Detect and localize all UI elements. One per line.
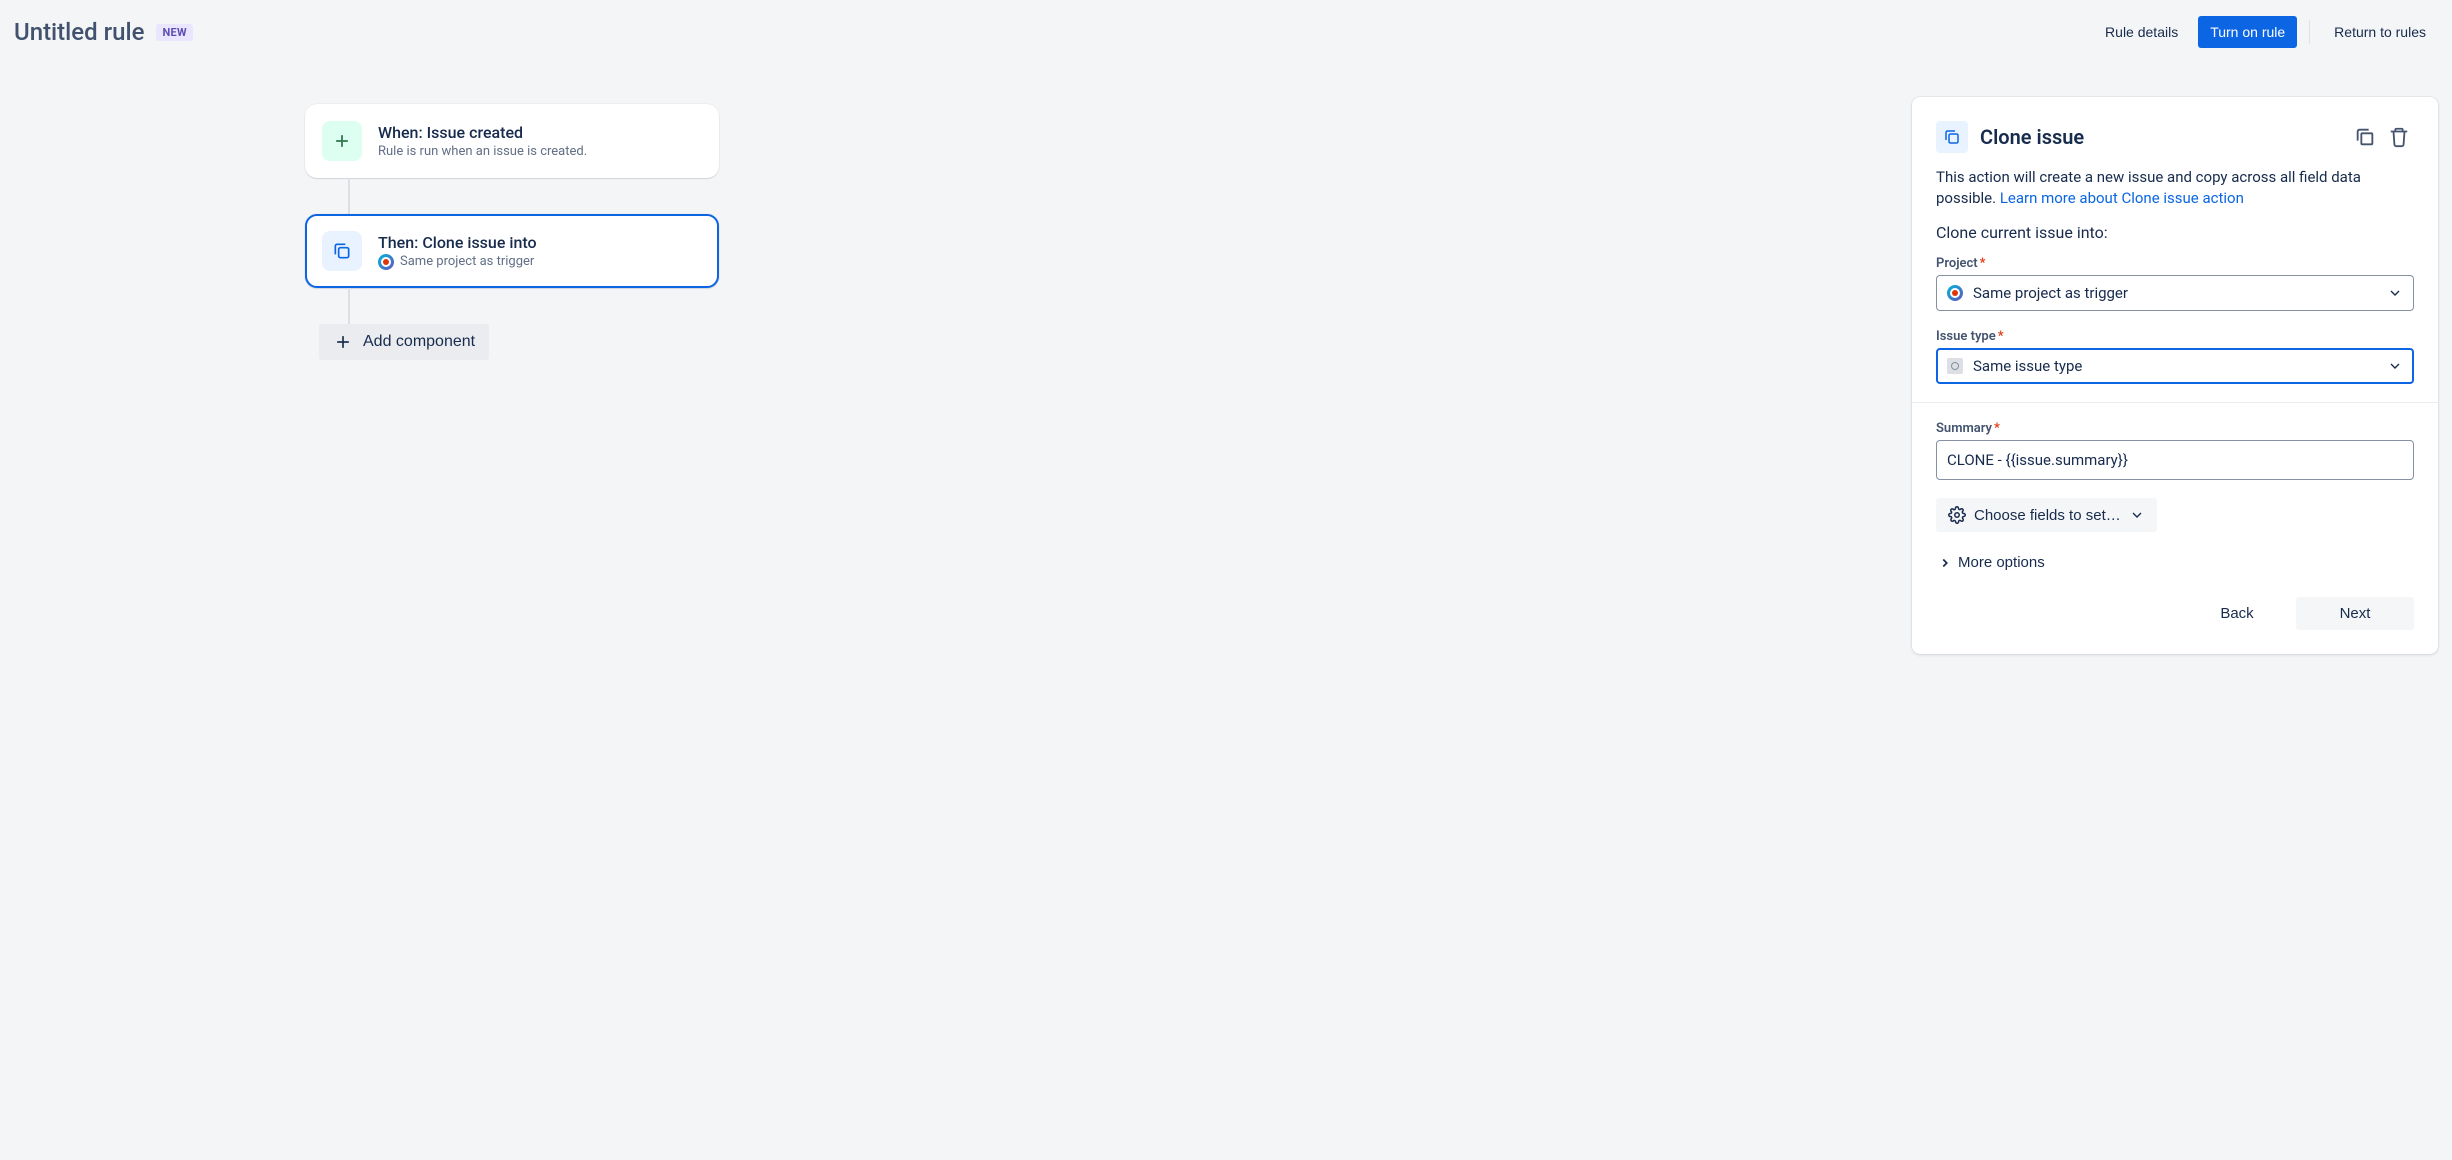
action-node[interactable]: Then: Clone issue into Same project as t… [305,214,719,288]
issue-type-icon [1947,358,1963,374]
new-badge: NEW [156,24,192,41]
page-title: Untitled rule [14,18,144,46]
project-avatar-icon [378,254,394,270]
add-component-button[interactable]: Add component [319,324,489,360]
required-indicator: * [1994,421,2000,436]
action-title: Then: Clone issue into [378,233,702,252]
panel-description: This action will create a new issue and … [1936,167,2414,209]
panel-actions [2350,122,2414,152]
copy-icon [1936,121,1968,153]
panel-footer: Back Next [1936,597,2414,630]
next-button[interactable]: Next [2296,597,2414,630]
connector-line [348,178,350,214]
trash-icon [2388,126,2410,148]
choose-fields-label: Choose fields to set… [1974,507,2121,524]
divider [2309,20,2310,44]
duplicate-icon [2354,126,2376,148]
chevron-right-icon [1938,556,1952,570]
trigger-node[interactable]: When: Issue created Rule is run when an … [305,104,719,178]
issue-type-label: Issue type* [1936,329,2414,344]
chevron-down-icon [2387,285,2403,301]
more-options-label: More options [1958,554,2045,571]
header-left: Untitled rule NEW [14,18,193,46]
rule-details-button[interactable]: Rule details [2093,16,2190,48]
back-button[interactable]: Back [2178,597,2296,630]
action-subtitle: Same project as trigger [378,254,702,270]
choose-fields-button[interactable]: Choose fields to set… [1936,498,2157,532]
issue-type-field: Issue type* Same issue type [1936,329,2414,384]
more-options-toggle[interactable]: More options [1936,550,2047,575]
add-component-label: Add component [363,333,475,351]
panel-subheading: Clone current issue into: [1936,223,2414,242]
issue-type-value: Same issue type [1973,357,2377,375]
action-config-panel: Clone issue This action will create a ne… [1912,97,2438,654]
node-content: Then: Clone issue into Same project as t… [378,233,702,270]
panel-title: Clone issue [1980,125,2338,149]
issue-type-select[interactable]: Same issue type [1936,348,2414,384]
node-content: When: Issue created Rule is run when an … [378,123,702,159]
page-header: Untitled rule NEW Rule details Turn on r… [0,0,2452,64]
chevron-down-icon [2129,507,2145,523]
divider [1912,402,2438,403]
panel-header: Clone issue [1936,121,2414,153]
required-indicator: * [1980,256,1986,271]
required-indicator: * [1998,329,2004,344]
header-actions: Rule details Turn on rule Return to rule… [2093,16,2438,48]
return-to-rules-button[interactable]: Return to rules [2322,16,2438,48]
turn-on-rule-button[interactable]: Turn on rule [2198,16,2297,48]
copy-icon [322,231,362,271]
plus-icon [333,332,353,352]
trigger-subtitle: Rule is run when an issue is created. [378,144,702,159]
project-field: Project* Same project as trigger [1936,256,2414,311]
summary-input[interactable] [1936,440,2414,480]
chevron-down-icon [2387,358,2403,374]
connector-line [348,288,350,324]
project-select[interactable]: Same project as trigger [1936,275,2414,311]
project-label: Project* [1936,256,2414,271]
delete-button[interactable] [2384,122,2414,152]
summary-field: Summary* [1936,421,2414,480]
project-avatar-icon [1947,285,1963,301]
summary-label: Summary* [1936,421,2414,436]
duplicate-button[interactable] [2350,122,2380,152]
learn-more-link[interactable]: Learn more about Clone issue action [2000,189,2244,207]
gear-icon [1948,506,1966,524]
plus-icon [322,121,362,161]
action-subtitle-text: Same project as trigger [400,254,534,269]
project-value: Same project as trigger [1973,284,2377,302]
trigger-title: When: Issue created [378,123,702,142]
